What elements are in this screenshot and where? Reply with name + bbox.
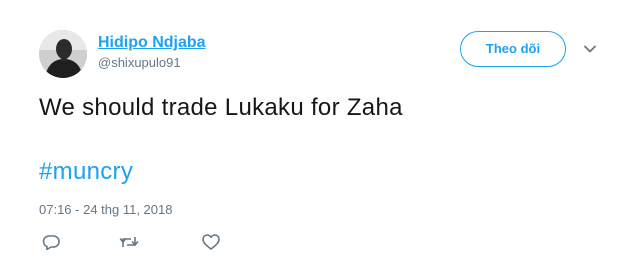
hashtag-link[interactable]: #muncry	[39, 157, 133, 187]
avatar[interactable]	[39, 30, 87, 78]
follow-button[interactable]: Theo dõi	[460, 31, 566, 67]
author-display-name[interactable]: Hidipo Ndjaba	[98, 33, 206, 52]
tweet-card: Hidipo Ndjaba @shixupulo91 Theo dõi We s…	[0, 0, 638, 278]
tweet-timestamp[interactable]: 07:16 - 24 thg 11, 2018	[39, 202, 172, 218]
heart-icon[interactable]	[201, 233, 221, 251]
chevron-down-icon[interactable]	[582, 42, 598, 56]
tweet-text: We should trade Lukaku for Zaha	[39, 94, 403, 121]
author-handle: @shixupulo91	[98, 55, 181, 70]
avatar-image	[39, 30, 87, 78]
reply-icon[interactable]	[41, 233, 61, 251]
retweet-icon[interactable]	[119, 233, 139, 251]
